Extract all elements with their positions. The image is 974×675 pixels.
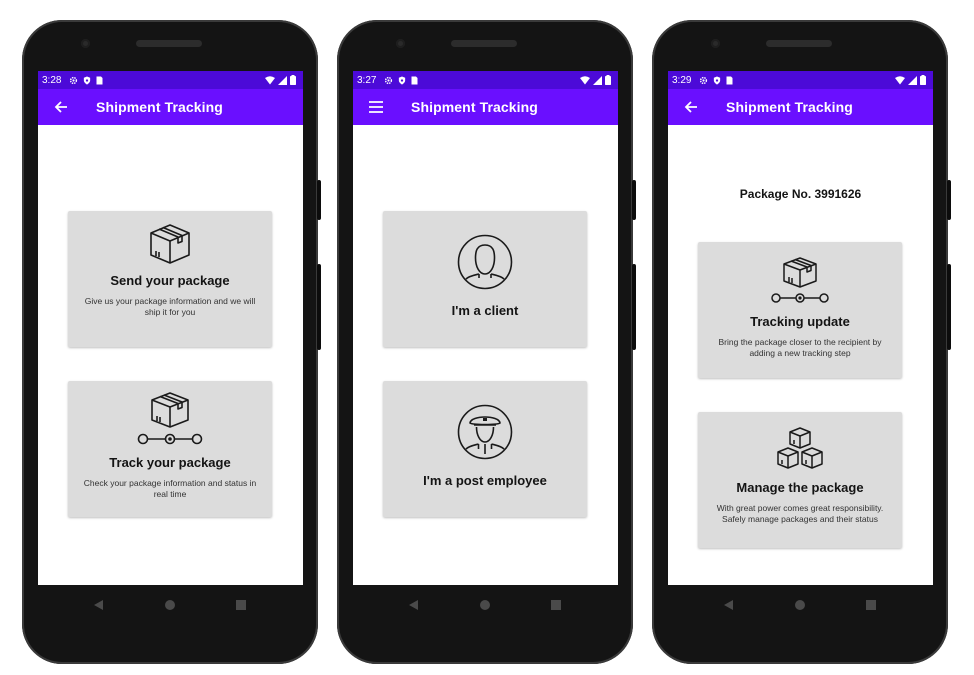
back-arrow-icon[interactable] <box>680 96 702 118</box>
power-button <box>632 180 636 220</box>
wifi-icon <box>580 75 590 84</box>
card-description: Bring the package closer to the recipien… <box>718 337 882 358</box>
client-avatar-icon <box>457 234 513 290</box>
battery-icon <box>290 75 296 85</box>
card-description: Check your package information and statu… <box>83 478 257 499</box>
app-title: Shipment Tracking <box>96 99 223 115</box>
phone-frame-1: 3:28 Shipment Tracking Send your package… <box>22 20 321 664</box>
cell-signal-icon <box>908 75 917 85</box>
screen: 3:27 Shipment Tracking I'm a client I'm … <box>353 71 618 585</box>
settings-icon <box>385 76 393 84</box>
status-bar: 3:27 <box>353 71 618 89</box>
manage-package-card[interactable]: Manage the package With great power come… <box>698 412 902 548</box>
settings-icon <box>700 76 708 84</box>
shield-icon <box>399 75 406 85</box>
front-camera <box>711 39 720 48</box>
status-time: 3:29 <box>672 74 692 86</box>
packages-stack-icon <box>774 426 826 472</box>
power-button <box>317 180 321 220</box>
client-role-card[interactable]: I'm a client <box>383 211 587 347</box>
wifi-icon <box>265 75 275 84</box>
app-bar: Shipment Tracking <box>38 89 303 125</box>
settings-icon <box>70 76 78 84</box>
system-navbar <box>652 585 948 625</box>
post-employee-role-card[interactable]: I'm a post employee <box>383 381 587 517</box>
card-title: Send your package <box>110 273 230 288</box>
front-camera <box>396 39 405 48</box>
phone-frame-2: 3:27 Shipment Tracking I'm a client I'm … <box>337 20 636 664</box>
sim-card-icon <box>726 76 733 84</box>
nav-back-icon[interactable] <box>408 599 420 611</box>
battery-icon <box>605 75 611 85</box>
system-navbar <box>22 585 318 625</box>
nav-recents-icon[interactable] <box>235 599 247 611</box>
track-package-card[interactable]: Track your package Check your package in… <box>68 381 272 517</box>
cell-signal-icon <box>593 75 602 85</box>
wifi-icon <box>895 75 905 84</box>
send-package-card[interactable]: Send your package Give us your package i… <box>68 211 272 347</box>
volume-button <box>947 264 951 350</box>
status-time: 3:28 <box>42 74 62 86</box>
card-title: Track your package <box>109 455 231 470</box>
sim-card-icon <box>96 76 103 84</box>
nav-back-icon[interactable] <box>723 599 735 611</box>
back-arrow-icon[interactable] <box>50 96 72 118</box>
shield-icon <box>84 75 91 85</box>
earpiece-speaker <box>766 40 832 47</box>
earpiece-speaker <box>451 40 517 47</box>
app-title: Shipment Tracking <box>411 99 538 115</box>
card-description: With great power comes great responsibil… <box>716 503 884 524</box>
status-bar: 3:29 <box>668 71 933 89</box>
app-bar: Shipment Tracking <box>353 89 618 125</box>
nav-home-icon[interactable] <box>164 599 176 611</box>
nav-home-icon[interactable] <box>794 599 806 611</box>
sim-card-icon <box>411 76 418 84</box>
package-tracking-icon <box>137 391 203 449</box>
post-employee-avatar-icon <box>457 404 513 460</box>
volume-button <box>632 264 636 350</box>
app-title: Shipment Tracking <box>726 99 853 115</box>
card-title: Tracking update <box>750 314 850 329</box>
tracking-update-card[interactable]: Tracking update Bring the package closer… <box>698 242 902 378</box>
nav-recents-icon[interactable] <box>865 599 877 611</box>
card-description: Give us your package information and we … <box>84 296 256 317</box>
earpiece-speaker <box>136 40 202 47</box>
battery-icon <box>920 75 926 85</box>
app-bar: Shipment Tracking <box>668 89 933 125</box>
nav-back-icon[interactable] <box>93 599 105 611</box>
status-time: 3:27 <box>357 74 377 86</box>
system-navbar <box>337 585 633 625</box>
package-number: Package No. 3991626 <box>739 187 862 201</box>
phone-frame-3: 3:29 Shipment Tracking Package No. 39916… <box>652 20 951 664</box>
package-icon <box>148 223 192 265</box>
package-tracking-icon <box>771 256 829 306</box>
card-title: Manage the package <box>736 480 864 495</box>
volume-button <box>317 264 321 350</box>
card-title: I'm a post employee <box>423 473 547 488</box>
shield-icon <box>714 75 721 85</box>
nav-home-icon[interactable] <box>479 599 491 611</box>
menu-icon[interactable] <box>365 96 387 118</box>
front-camera <box>81 39 90 48</box>
status-bar: 3:28 <box>38 71 303 89</box>
cell-signal-icon <box>278 75 287 85</box>
power-button <box>947 180 951 220</box>
card-title: I'm a client <box>451 303 519 318</box>
screen: 3:28 Shipment Tracking Send your package… <box>38 71 303 585</box>
screen: 3:29 Shipment Tracking Package No. 39916… <box>668 71 933 585</box>
nav-recents-icon[interactable] <box>550 599 562 611</box>
